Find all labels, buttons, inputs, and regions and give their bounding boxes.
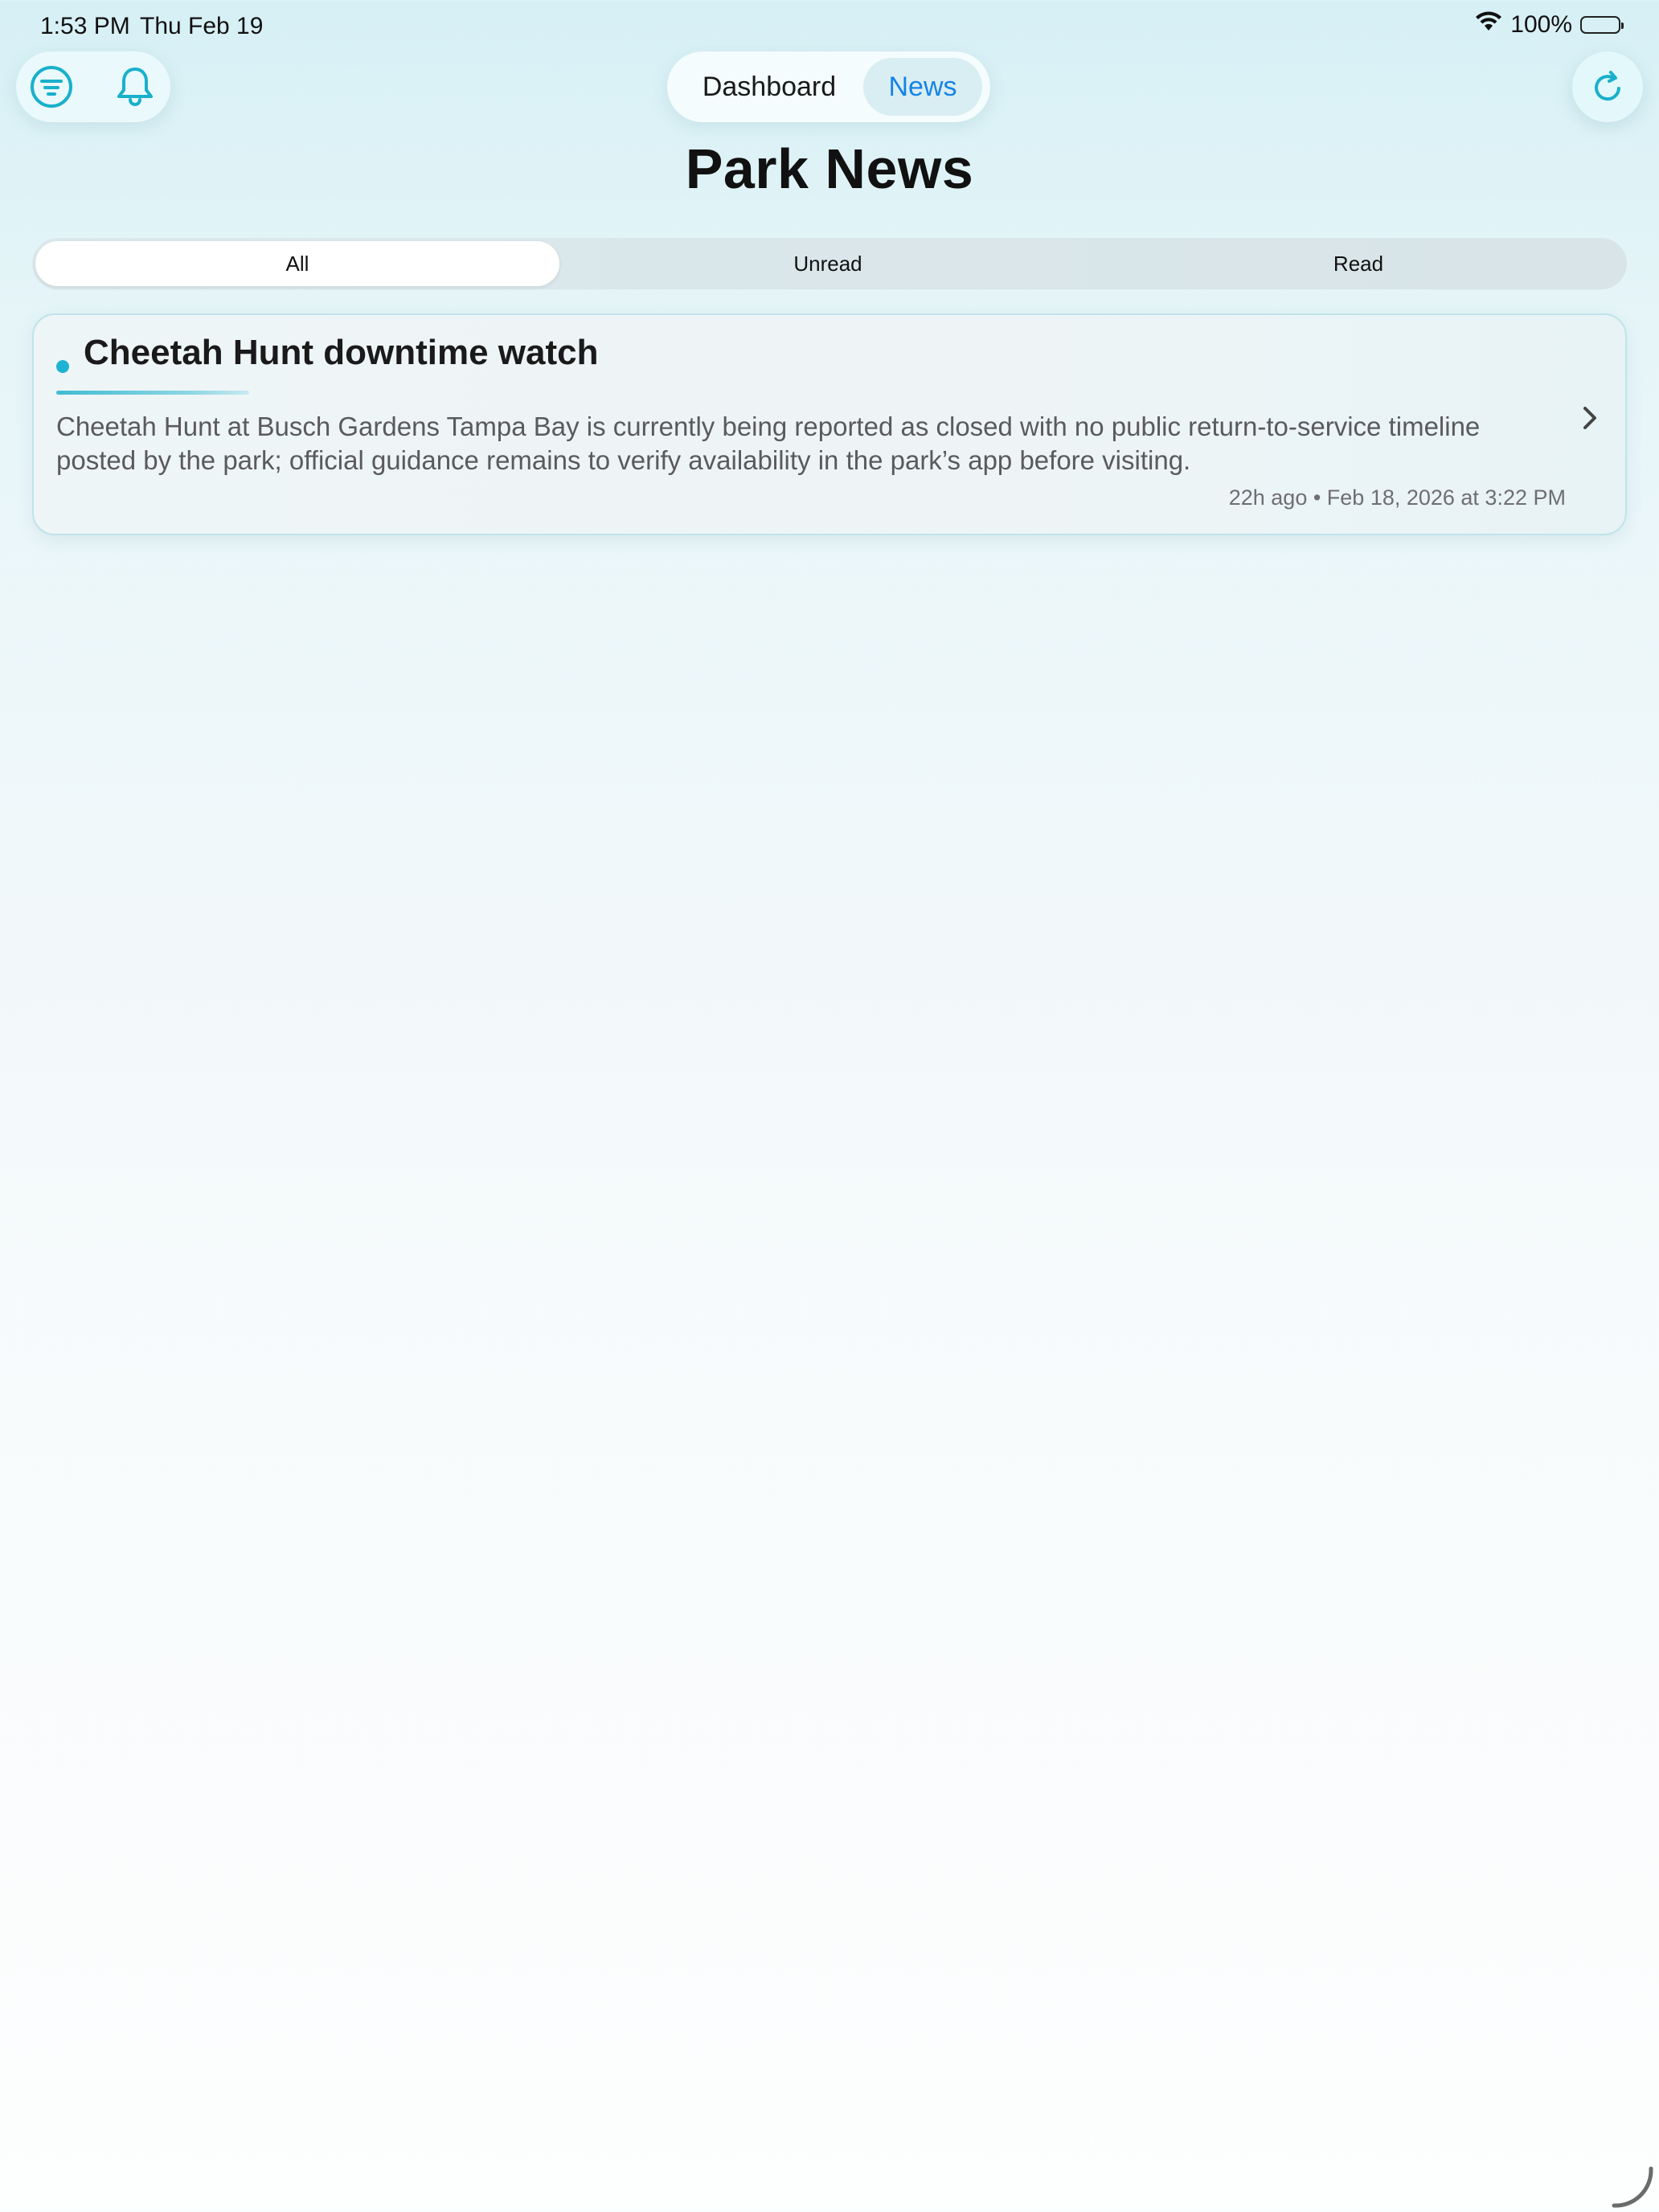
filter-tab-read[interactable]: Read	[1096, 241, 1620, 286]
news-timestamp: 22h ago • Feb 18, 2026 at 3:22 PM	[1228, 485, 1566, 510]
chevron-right-icon	[1577, 405, 1603, 431]
read-filter-tabs: All Unread Read	[32, 238, 1627, 289]
wifi-icon	[1475, 11, 1502, 39]
bell-icon[interactable]	[113, 64, 158, 109]
status-indicators: 100%	[1475, 11, 1624, 39]
page-title: Park News	[685, 137, 974, 200]
tab-news[interactable]: News	[863, 58, 982, 116]
filter-tab-unread[interactable]: Unread	[566, 241, 1090, 286]
battery-icon	[1580, 16, 1624, 34]
corner-resize-icon	[1608, 2162, 1656, 2210]
unread-indicator	[56, 360, 69, 373]
status-bar: 1:53 PM Thu Feb 19 100%	[0, 0, 1659, 51]
refresh-button[interactable]	[1572, 51, 1643, 122]
view-switcher: Dashboard News	[667, 51, 990, 122]
left-toolbar	[16, 51, 170, 122]
title-underline	[56, 391, 249, 395]
news-body: Cheetah Hunt at Busch Gardens Tampa Bay …	[56, 412, 1481, 475]
filter-tab-all[interactable]: All	[35, 241, 559, 286]
refresh-icon	[1595, 71, 1620, 101]
battery-percentage: 100%	[1510, 11, 1572, 38]
status-time: 1:53 PM	[40, 13, 130, 39]
news-title: Cheetah Hunt downtime watch	[84, 333, 599, 372]
news-card[interactable]: Cheetah Hunt downtime watch Cheetah Hunt…	[32, 313, 1627, 535]
tab-dashboard[interactable]: Dashboard	[677, 58, 862, 116]
status-date: Thu Feb 19	[140, 13, 264, 39]
filter-icon[interactable]	[29, 64, 74, 109]
